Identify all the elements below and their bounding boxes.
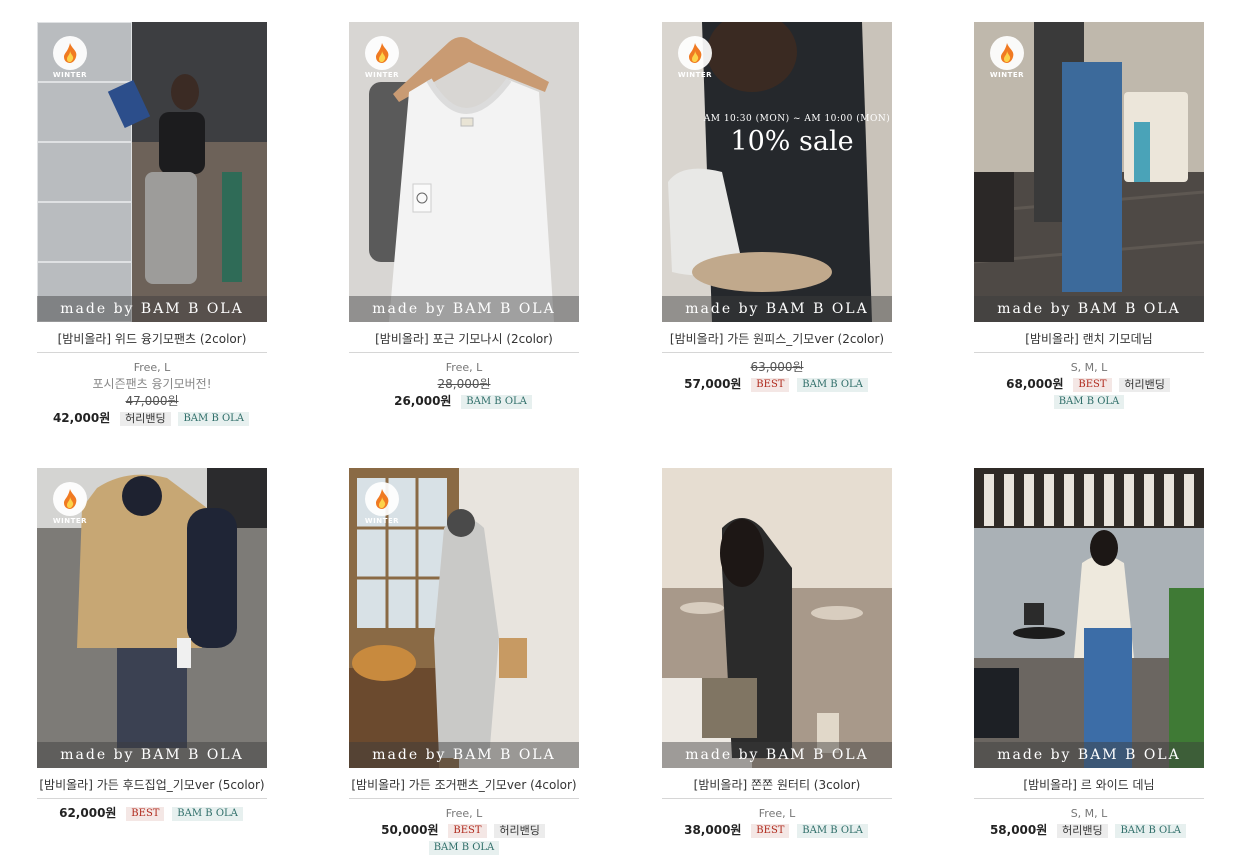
brand-tag: BAM B OLA	[461, 394, 532, 409]
divider	[662, 798, 892, 799]
product-image[interactable]: WINTER made by BAM B OLA	[37, 22, 267, 322]
product-card[interactable]: AM 10:30 (MON) ~ AM 10:00 (MON) 10% sale…	[662, 22, 892, 393]
brand-tag: BAM B OLA	[1053, 394, 1125, 409]
waistband-tag: 허리밴딩	[120, 411, 171, 426]
sale-headline: 10% sale	[730, 126, 854, 157]
brand-watermark: made by BAM B OLA	[662, 742, 892, 768]
product-image[interactable]: made by BAM B OLA	[662, 468, 892, 768]
best-tag: BEST	[751, 377, 790, 392]
product-title[interactable]: [밤비올라] 쫀쫀 원터티 (3color)	[662, 776, 892, 794]
sale-price: 38,000원	[684, 823, 742, 837]
product-sizes: Free, L	[445, 807, 483, 820]
brand-watermark: made by BAM B OLA	[37, 296, 267, 322]
sale-price: 26,000원	[394, 394, 452, 408]
brand-tag: BAM B OLA	[1115, 823, 1187, 838]
original-price: 47,000원	[125, 394, 179, 408]
divider	[349, 798, 579, 799]
product-card[interactable]: WINTER made by BAM B OLA [밤비올라] 가든 조거팬츠_…	[349, 468, 579, 856]
product-card[interactable]: WINTER made by BAM B OLA [밤비올라] 가든 후드집업_…	[37, 468, 267, 822]
brand-watermark: made by BAM B OLA	[349, 742, 579, 768]
product-image[interactable]: WINTER made by BAM B OLA	[37, 468, 267, 768]
sale-price: 50,000원	[381, 823, 439, 837]
fire-icon	[990, 36, 1024, 70]
product-sizes: Free, L	[445, 361, 483, 374]
winter-badge-label: WINTER	[364, 71, 400, 79]
product-title[interactable]: [밤비올라] 가든 후드집업_기모ver (5color)	[37, 776, 267, 794]
product-title[interactable]: [밤비올라] 가든 원피스_기모ver (2color)	[662, 330, 892, 348]
sale-period: AM 10:30 (MON) ~ AM 10:00 (MON)	[703, 114, 891, 124]
product-sizes: S, M, L	[1070, 807, 1108, 820]
divider	[974, 798, 1204, 799]
product-description: 포시즌팬츠 융기모버전!	[92, 377, 212, 391]
divider	[349, 352, 579, 353]
sale-price: 62,000원	[59, 806, 117, 820]
product-image[interactable]: AM 10:30 (MON) ~ AM 10:00 (MON) 10% sale…	[662, 22, 892, 322]
divider	[37, 352, 267, 353]
brand-tag: BAM B OLA	[797, 823, 868, 838]
winter-badge-label: WINTER	[52, 517, 88, 525]
product-card[interactable]: made by BAM B OLA [밤비올라] 르 와이드 데님 S, M, …	[974, 468, 1204, 839]
original-price: 63,000원	[750, 360, 804, 374]
waistband-tag: 허리밴딩	[1057, 823, 1108, 838]
product-card[interactable]: made by BAM B OLA [밤비올라] 쫀쫀 원터티 (3color)…	[662, 468, 892, 839]
product-image[interactable]: WINTER made by BAM B OLA	[349, 22, 579, 322]
original-price: 28,000원	[437, 377, 491, 391]
divider	[662, 352, 892, 353]
sale-price: 42,000원	[52, 411, 111, 425]
product-sizes: S, M, L	[1070, 361, 1108, 374]
winter-badge-label: WINTER	[364, 517, 400, 525]
brand-watermark: made by BAM B OLA	[37, 742, 267, 768]
best-tag: BEST	[1073, 377, 1112, 392]
waistband-tag: 허리밴딩	[1119, 377, 1170, 392]
product-title[interactable]: [밤비올라] 가든 조거팬츠_기모ver (4color)	[349, 776, 579, 794]
brand-tag: BAM B OLA	[797, 377, 868, 392]
winter-badge-label: WINTER	[989, 71, 1025, 79]
brand-tag: BAM B OLA	[172, 806, 243, 821]
sale-price: 58,000원	[989, 823, 1048, 837]
product-sizes: Free, L	[758, 807, 796, 820]
divider	[974, 352, 1204, 353]
fire-icon	[53, 482, 87, 516]
brand-watermark: made by BAM B OLA	[349, 296, 579, 322]
fire-icon	[53, 36, 87, 70]
product-image[interactable]: WINTER made by BAM B OLA	[349, 468, 579, 768]
brand-watermark: made by BAM B OLA	[974, 296, 1204, 322]
product-title[interactable]: [밤비올라] 포근 기모나시 (2color)	[349, 330, 579, 348]
fire-icon	[365, 482, 399, 516]
brand-watermark: made by BAM B OLA	[974, 742, 1204, 768]
brand-tag: BAM B OLA	[428, 840, 500, 855]
product-title[interactable]: [밤비올라] 랜치 기모데님	[974, 330, 1204, 348]
brand-tag: BAM B OLA	[178, 411, 250, 426]
sale-price: 57,000원	[684, 377, 742, 391]
fire-icon	[678, 36, 712, 70]
product-image[interactable]: WINTER made by BAM B OLA	[974, 22, 1204, 322]
product-card[interactable]: WINTER made by BAM B OLA [밤비올라] 랜치 기모데님 …	[974, 22, 1204, 410]
product-title[interactable]: [밤비올라] 위드 융기모팬츠 (2color)	[37, 330, 267, 348]
best-tag: BEST	[448, 823, 487, 838]
product-sizes: Free, L	[133, 361, 171, 374]
waistband-tag: 허리밴딩	[494, 823, 545, 838]
winter-badge-label: WINTER	[677, 71, 713, 79]
product-card[interactable]: WINTER made by BAM B OLA [밤비올라] 위드 융기모팬츠…	[37, 22, 267, 427]
product-image[interactable]: made by BAM B OLA	[974, 468, 1204, 768]
winter-badge-label: WINTER	[52, 71, 88, 79]
best-tag: BEST	[126, 806, 165, 821]
fire-icon	[365, 36, 399, 70]
brand-watermark: made by BAM B OLA	[662, 296, 892, 322]
divider	[37, 798, 267, 799]
sale-price: 68,000원	[1006, 377, 1064, 391]
product-title[interactable]: [밤비올라] 르 와이드 데님	[974, 776, 1204, 794]
best-tag: BEST	[751, 823, 790, 838]
product-grid: WINTER made by BAM B OLA [밤비올라] 위드 융기모팬츠…	[0, 0, 1234, 863]
product-card[interactable]: WINTER made by BAM B OLA [밤비올라] 포근 기모나시 …	[349, 22, 579, 410]
